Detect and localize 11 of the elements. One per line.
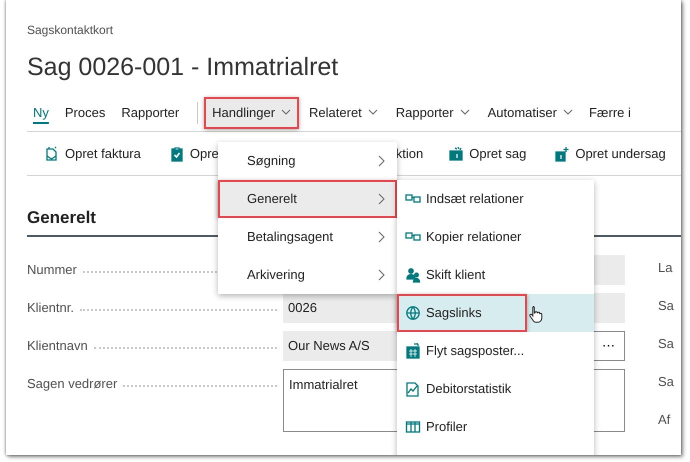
field-label: La [658,259,672,277]
field-label: Sa [658,335,674,353]
page-caption: Sagskontaktkort [27,22,114,38]
field-label: Nummer [27,261,77,280]
field-label: Sa [658,297,674,315]
field-label: Klientnavn [27,337,88,356]
page-title: Sag 0026-001 - Immatrialret [27,52,340,83]
field-label: Af [658,411,670,429]
field-label: Sa [658,373,674,391]
field-label: Klientnr. [27,299,74,318]
field-label: Sagen vedrører [27,375,118,394]
